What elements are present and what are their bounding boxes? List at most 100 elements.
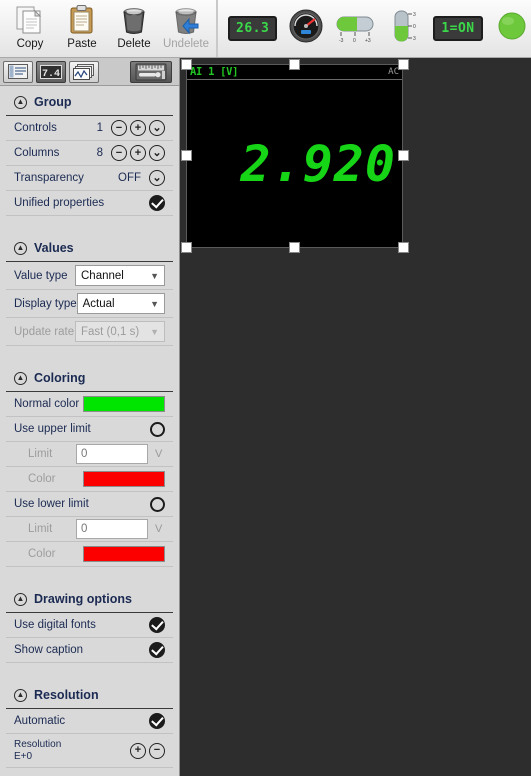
section-title-values: Values	[34, 241, 74, 255]
use-digital-fonts-checkbox[interactable]	[149, 617, 165, 633]
vertical-bar-icon: 3 0 3	[389, 9, 419, 48]
lower-limit-input[interactable]: 0	[76, 519, 148, 539]
copy-button-label: Copy	[16, 38, 44, 50]
display-type-select[interactable]: Actual ▼	[76, 293, 165, 314]
led-indicator-widget-button[interactable]	[495, 12, 529, 46]
use-upper-limit-label: Use upper limit	[14, 423, 91, 435]
instrument-workspace[interactable]: AI 1 [V] AC 2.920	[181, 58, 531, 776]
resolution-stepper: + −	[130, 742, 165, 759]
chevron-up-icon: ▲	[14, 95, 27, 109]
svg-text:7.4: 7.4	[42, 69, 60, 79]
columns-label: Columns	[14, 147, 60, 159]
analog-gauge-icon	[289, 9, 323, 48]
selection-handle-top-left[interactable]	[181, 59, 192, 70]
digital-display-widget-button[interactable]: 26.3	[228, 12, 278, 46]
delete-button[interactable]: Delete	[108, 3, 160, 55]
tab-measure-tools[interactable]	[130, 60, 172, 83]
upper-limit-input[interactable]: 0	[76, 444, 148, 464]
main-toolbar: Copy Paste Delete Undelete 26.3 -3 0 +3 …	[0, 0, 531, 58]
controls-label: Controls	[14, 122, 57, 134]
row-columns: Columns 8 − + ⌄	[6, 141, 173, 166]
show-caption-checkbox[interactable]	[149, 642, 165, 658]
resolution-value: E+0	[14, 750, 33, 762]
vertical-bar-widget-button[interactable]: 3 0 3	[387, 9, 421, 48]
section-header-coloring[interactable]: ▲ Coloring	[6, 362, 173, 392]
row-controls: Controls 1 − + ⌄	[6, 116, 173, 141]
columns-dropdown-button[interactable]: ⌄	[149, 145, 165, 161]
row-normal-color: Normal color	[6, 392, 173, 417]
use-upper-limit-toggle[interactable]	[150, 421, 165, 437]
use-digital-fonts-label: Use digital fonts	[14, 619, 96, 631]
update-rate-value: Fast (0,1 s)	[81, 325, 140, 338]
selection-handle-middle-left[interactable]	[181, 150, 192, 161]
unified-properties-checkbox[interactable]	[149, 195, 165, 211]
horizontal-bar-icon: -3 0 +3	[335, 9, 375, 48]
svg-text:0: 0	[413, 24, 416, 30]
chevron-down-icon: ▼	[150, 270, 159, 281]
tab-scope-view[interactable]	[69, 60, 99, 83]
row-use-lower-limit: Use lower limit	[6, 492, 173, 517]
upper-color-label: Color	[28, 473, 56, 485]
resolution-minus-button[interactable]: −	[149, 742, 165, 759]
svg-text:3: 3	[413, 36, 416, 42]
use-lower-limit-toggle[interactable]	[150, 496, 165, 512]
svg-text:-3: -3	[339, 38, 344, 43]
selection-handle-middle-right[interactable]	[398, 150, 409, 161]
tab-numeric-view[interactable]: 7.4	[36, 60, 66, 83]
view-tab-row: 7.4	[0, 58, 179, 86]
paste-button[interactable]: Paste	[56, 3, 108, 55]
row-upper-limit: Limit 0 V	[6, 442, 173, 467]
upper-limit-unit: V	[155, 448, 163, 460]
analog-gauge-widget-button[interactable]	[289, 9, 323, 48]
digital-display-instrument[interactable]: AI 1 [V] AC 2.920	[186, 64, 403, 248]
update-rate-label: Update rate	[14, 325, 75, 338]
section-header-values[interactable]: ▲ Values	[6, 232, 173, 262]
display-type-value: Actual	[82, 297, 115, 310]
unified-properties-label: Unified properties	[14, 197, 105, 209]
section-header-group[interactable]: ▲ Group	[6, 86, 173, 116]
lower-color-label: Color	[28, 548, 56, 560]
selection-handle-bottom-left[interactable]	[181, 242, 192, 253]
selection-handle-top-center[interactable]	[289, 59, 300, 70]
use-lower-limit-label: Use lower limit	[14, 498, 89, 510]
controls-plus-button[interactable]: +	[130, 120, 146, 136]
undelete-button[interactable]: Undelete	[160, 3, 212, 55]
lower-color-swatch[interactable]	[83, 546, 165, 562]
columns-plus-button[interactable]: +	[130, 145, 146, 161]
selection-handle-top-right[interactable]	[398, 59, 409, 70]
show-caption-label: Show caption	[14, 644, 84, 656]
lower-limit-label: Limit	[28, 523, 53, 535]
tab-table-view[interactable]	[3, 60, 33, 83]
row-value-type: Value type Channel ▼	[6, 262, 173, 290]
widget-toolbar-group: 26.3 -3 0 +3 3 0 3 1=ON	[217, 0, 531, 57]
upper-color-swatch[interactable]	[83, 471, 165, 487]
lower-limit-unit: V	[155, 523, 163, 535]
update-rate-select: Fast (0,1 s) ▼	[75, 321, 165, 342]
row-transparency: Transparency OFF ⌄	[6, 166, 173, 191]
columns-minus-button[interactable]: −	[111, 145, 127, 161]
section-header-resolution[interactable]: ▲ Resolution	[6, 679, 173, 709]
controls-dropdown-button[interactable]: ⌄	[149, 120, 165, 136]
row-update-rate: Update rate Fast (0,1 s) ▼	[6, 318, 173, 346]
automatic-checkbox[interactable]	[149, 713, 165, 729]
horizontal-bar-widget-button[interactable]: -3 0 +3	[335, 12, 375, 46]
resolution-label-group: Resolution E+0	[14, 739, 130, 763]
section-header-drawing-options[interactable]: ▲ Drawing options	[6, 583, 173, 613]
columns-stepper: − + ⌄	[111, 145, 165, 161]
chevron-down-icon: ▼	[150, 326, 159, 337]
selection-handle-bottom-right[interactable]	[398, 242, 409, 253]
controls-minus-button[interactable]: −	[111, 120, 127, 136]
row-show-caption: Show caption	[6, 638, 173, 663]
resolution-plus-button[interactable]: +	[130, 742, 146, 759]
normal-color-swatch[interactable]	[83, 396, 165, 412]
paste-button-label: Paste	[67, 38, 97, 50]
digital-state-widget-button[interactable]: 1=ON	[433, 12, 483, 46]
transparency-label: Transparency	[14, 172, 84, 184]
controls-value: 1	[96, 122, 103, 134]
transparency-dropdown-button[interactable]: ⌄	[149, 170, 165, 186]
selection-handle-bottom-center[interactable]	[289, 242, 300, 253]
edit-toolbar-group: Copy Paste Delete Undelete	[0, 0, 217, 57]
value-type-select[interactable]: Channel ▼	[75, 265, 165, 286]
undelete-button-label: Undelete	[162, 38, 210, 50]
copy-button[interactable]: Copy	[4, 3, 56, 55]
